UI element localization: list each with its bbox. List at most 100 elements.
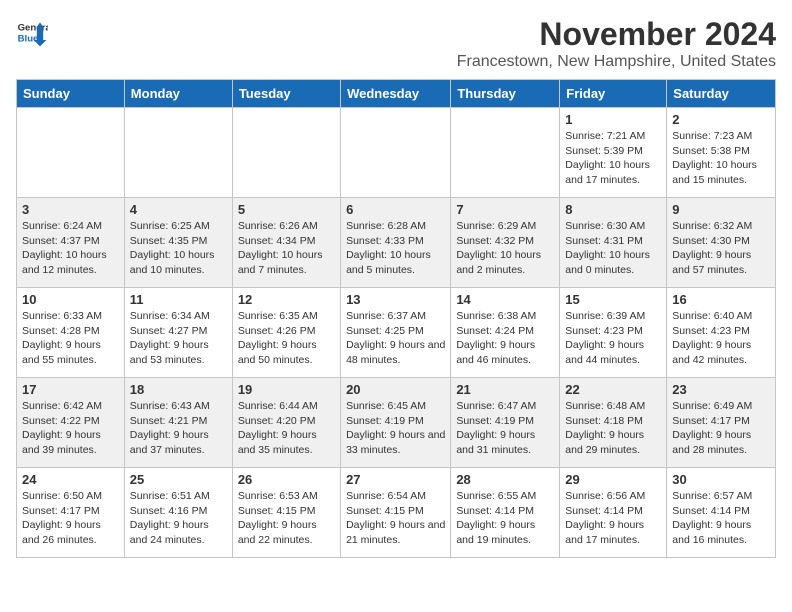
weekday-header-monday: Monday xyxy=(124,80,232,108)
location-title: Francestown, New Hampshire, United State… xyxy=(457,53,776,71)
calendar-day-11: 11 Sunrise: 6:34 AM Sunset: 4:27 PM Dayli… xyxy=(124,288,232,378)
calendar-day-29: 29 Sunrise: 6:56 AM Sunset: 4:14 PM Dayli… xyxy=(560,468,667,558)
day-info: Sunrise: 6:48 AM Sunset: 4:18 PM Dayligh… xyxy=(565,399,661,458)
day-number: 20 xyxy=(346,382,445,397)
calendar-day-13: 13Sunrise: 6:37 AM Sunset: 4:25 PM Dayli… xyxy=(341,288,451,378)
day-info: Sunrise: 6:29 AM Sunset: 4:32 PM Dayligh… xyxy=(456,219,554,278)
page-header: General Blue November 2024 Francestown, … xyxy=(16,16,776,71)
day-info: Sunrise: 6:38 AM Sunset: 4:24 PM Dayligh… xyxy=(456,309,554,368)
calendar-day-27: 27Sunrise: 6:54 AM Sunset: 4:15 PM Dayli… xyxy=(341,468,451,558)
day-number: 24 xyxy=(22,472,119,487)
day-info: Sunrise: 6:56 AM Sunset: 4:14 PM Dayligh… xyxy=(565,489,661,548)
calendar-week-row: 1Sunrise: 7:21 AM Sunset: 5:39 PM Daylig… xyxy=(17,108,776,198)
day-info: Sunrise: 6:51 AM Sunset: 4:16 PM Dayligh… xyxy=(130,489,227,548)
day-number: 12 xyxy=(238,292,335,307)
day-number: 17 xyxy=(22,382,119,397)
calendar-header-row: SundayMondayTuesdayWednesdayThursdayFrid… xyxy=(17,80,776,108)
day-info: Sunrise: 6:35 AM Sunset: 4:26 PM Dayligh… xyxy=(238,309,335,368)
calendar-day-22: 22 Sunrise: 6:48 AM Sunset: 4:18 PM Dayli… xyxy=(560,378,667,468)
svg-text:Blue: Blue xyxy=(18,34,39,45)
day-number: 23 xyxy=(672,382,770,397)
calendar-day-26: 26Sunrise: 6:53 AM Sunset: 4:15 PM Dayli… xyxy=(232,468,340,558)
day-info: Sunrise: 6:47 AM Sunset: 4:19 PM Dayligh… xyxy=(456,399,554,458)
day-info: Sunrise: 6:55 AM Sunset: 4:14 PM Dayligh… xyxy=(456,489,554,548)
day-info: Sunrise: 6:24 AM Sunset: 4:37 PM Dayligh… xyxy=(22,219,119,278)
calendar-day-8: 8 Sunrise: 6:30 AM Sunset: 4:31 PM Daylig… xyxy=(560,198,667,288)
calendar-week-row: 3 Sunrise: 6:24 AM Sunset: 4:37 PM Daylig… xyxy=(17,198,776,288)
weekday-header-wednesday: Wednesday xyxy=(341,80,451,108)
weekday-header-saturday: Saturday xyxy=(667,80,776,108)
calendar-day-30: 30 Sunrise: 6:57 AM Sunset: 4:14 PM Dayli… xyxy=(667,468,776,558)
calendar-day-7: 7 Sunrise: 6:29 AM Sunset: 4:32 PM Daylig… xyxy=(451,198,560,288)
calendar-day-10: 10 Sunrise: 6:33 AM Sunset: 4:28 PM Dayli… xyxy=(17,288,125,378)
calendar-body: 1Sunrise: 7:21 AM Sunset: 5:39 PM Daylig… xyxy=(17,108,776,558)
day-info: Sunrise: 6:57 AM Sunset: 4:14 PM Dayligh… xyxy=(672,489,770,548)
day-number: 21 xyxy=(456,382,554,397)
calendar-day-15: 15 Sunrise: 6:39 AM Sunset: 4:23 PM Dayli… xyxy=(560,288,667,378)
day-number: 30 xyxy=(672,472,770,487)
day-info: Sunrise: 6:43 AM Sunset: 4:21 PM Dayligh… xyxy=(130,399,227,458)
calendar-day-2: 2 Sunrise: 7:23 AM Sunset: 5:38 PM Daylig… xyxy=(667,108,776,198)
day-info: Sunrise: 6:44 AM Sunset: 4:20 PM Dayligh… xyxy=(238,399,335,458)
calendar-day-14: 14 Sunrise: 6:38 AM Sunset: 4:24 PM Dayli… xyxy=(451,288,560,378)
day-number: 29 xyxy=(565,472,661,487)
day-info: Sunrise: 6:49 AM Sunset: 4:17 PM Dayligh… xyxy=(672,399,770,458)
day-number: 5 xyxy=(238,202,335,217)
day-number: 10 xyxy=(22,292,119,307)
calendar-week-row: 24Sunrise: 6:50 AM Sunset: 4:17 PM Dayli… xyxy=(17,468,776,558)
title-area: November 2024 Francestown, New Hampshire… xyxy=(457,16,776,71)
logo-icon: General Blue xyxy=(16,16,48,48)
logo: General Blue xyxy=(16,16,48,48)
day-number: 11 xyxy=(130,292,227,307)
day-info: Sunrise: 6:28 AM Sunset: 4:33 PM Dayligh… xyxy=(346,219,445,278)
calendar-day-19: 19 Sunrise: 6:44 AM Sunset: 4:20 PM Dayli… xyxy=(232,378,340,468)
calendar-day-empty xyxy=(232,108,340,198)
calendar-day-5: 5Sunrise: 6:26 AM Sunset: 4:34 PM Daylig… xyxy=(232,198,340,288)
calendar-day-25: 25Sunrise: 6:51 AM Sunset: 4:16 PM Dayli… xyxy=(124,468,232,558)
day-info: Sunrise: 6:32 AM Sunset: 4:30 PM Dayligh… xyxy=(672,219,770,278)
calendar-day-6: 6 Sunrise: 6:28 AM Sunset: 4:33 PM Daylig… xyxy=(341,198,451,288)
day-number: 8 xyxy=(565,202,661,217)
day-info: Sunrise: 6:34 AM Sunset: 4:27 PM Dayligh… xyxy=(130,309,227,368)
calendar-day-empty xyxy=(451,108,560,198)
day-number: 28 xyxy=(456,472,554,487)
weekday-header-sunday: Sunday xyxy=(17,80,125,108)
calendar-day-1: 1Sunrise: 7:21 AM Sunset: 5:39 PM Daylig… xyxy=(560,108,667,198)
day-number: 14 xyxy=(456,292,554,307)
month-title: November 2024 xyxy=(457,16,776,53)
day-number: 15 xyxy=(565,292,661,307)
calendar-day-4: 4Sunrise: 6:25 AM Sunset: 4:35 PM Daylig… xyxy=(124,198,232,288)
day-number: 3 xyxy=(22,202,119,217)
day-number: 9 xyxy=(672,202,770,217)
weekday-header-tuesday: Tuesday xyxy=(232,80,340,108)
day-info: Sunrise: 7:23 AM Sunset: 5:38 PM Dayligh… xyxy=(672,129,770,188)
day-number: 16 xyxy=(672,292,770,307)
day-info: Sunrise: 6:40 AM Sunset: 4:23 PM Dayligh… xyxy=(672,309,770,368)
calendar-day-18: 18 Sunrise: 6:43 AM Sunset: 4:21 PM Dayli… xyxy=(124,378,232,468)
calendar-day-empty xyxy=(124,108,232,198)
svg-text:General: General xyxy=(18,22,48,33)
calendar-week-row: 17 Sunrise: 6:42 AM Sunset: 4:22 PM Dayli… xyxy=(17,378,776,468)
day-number: 6 xyxy=(346,202,445,217)
day-number: 19 xyxy=(238,382,335,397)
calendar-day-empty xyxy=(17,108,125,198)
day-number: 1 xyxy=(565,112,661,127)
calendar-table: SundayMondayTuesdayWednesdayThursdayFrid… xyxy=(16,79,776,558)
calendar-day-20: 20 Sunrise: 6:45 AM Sunset: 4:19 PM Dayli… xyxy=(341,378,451,468)
day-info: Sunrise: 6:30 AM Sunset: 4:31 PM Dayligh… xyxy=(565,219,661,278)
day-info: Sunrise: 6:33 AM Sunset: 4:28 PM Dayligh… xyxy=(22,309,119,368)
day-info: Sunrise: 6:42 AM Sunset: 4:22 PM Dayligh… xyxy=(22,399,119,458)
day-number: 27 xyxy=(346,472,445,487)
calendar-day-16: 16 Sunrise: 6:40 AM Sunset: 4:23 PM Dayli… xyxy=(667,288,776,378)
day-number: 18 xyxy=(130,382,227,397)
calendar-day-17: 17 Sunrise: 6:42 AM Sunset: 4:22 PM Dayli… xyxy=(17,378,125,468)
day-number: 22 xyxy=(565,382,661,397)
day-number: 7 xyxy=(456,202,554,217)
day-number: 2 xyxy=(672,112,770,127)
calendar-day-empty xyxy=(341,108,451,198)
day-info: Sunrise: 6:45 AM Sunset: 4:19 PM Dayligh… xyxy=(346,399,445,458)
calendar-day-12: 12 Sunrise: 6:35 AM Sunset: 4:26 PM Dayli… xyxy=(232,288,340,378)
calendar-day-28: 28 Sunrise: 6:55 AM Sunset: 4:14 PM Dayli… xyxy=(451,468,560,558)
calendar-day-23: 23 Sunrise: 6:49 AM Sunset: 4:17 PM Dayli… xyxy=(667,378,776,468)
day-info: Sunrise: 6:39 AM Sunset: 4:23 PM Dayligh… xyxy=(565,309,661,368)
